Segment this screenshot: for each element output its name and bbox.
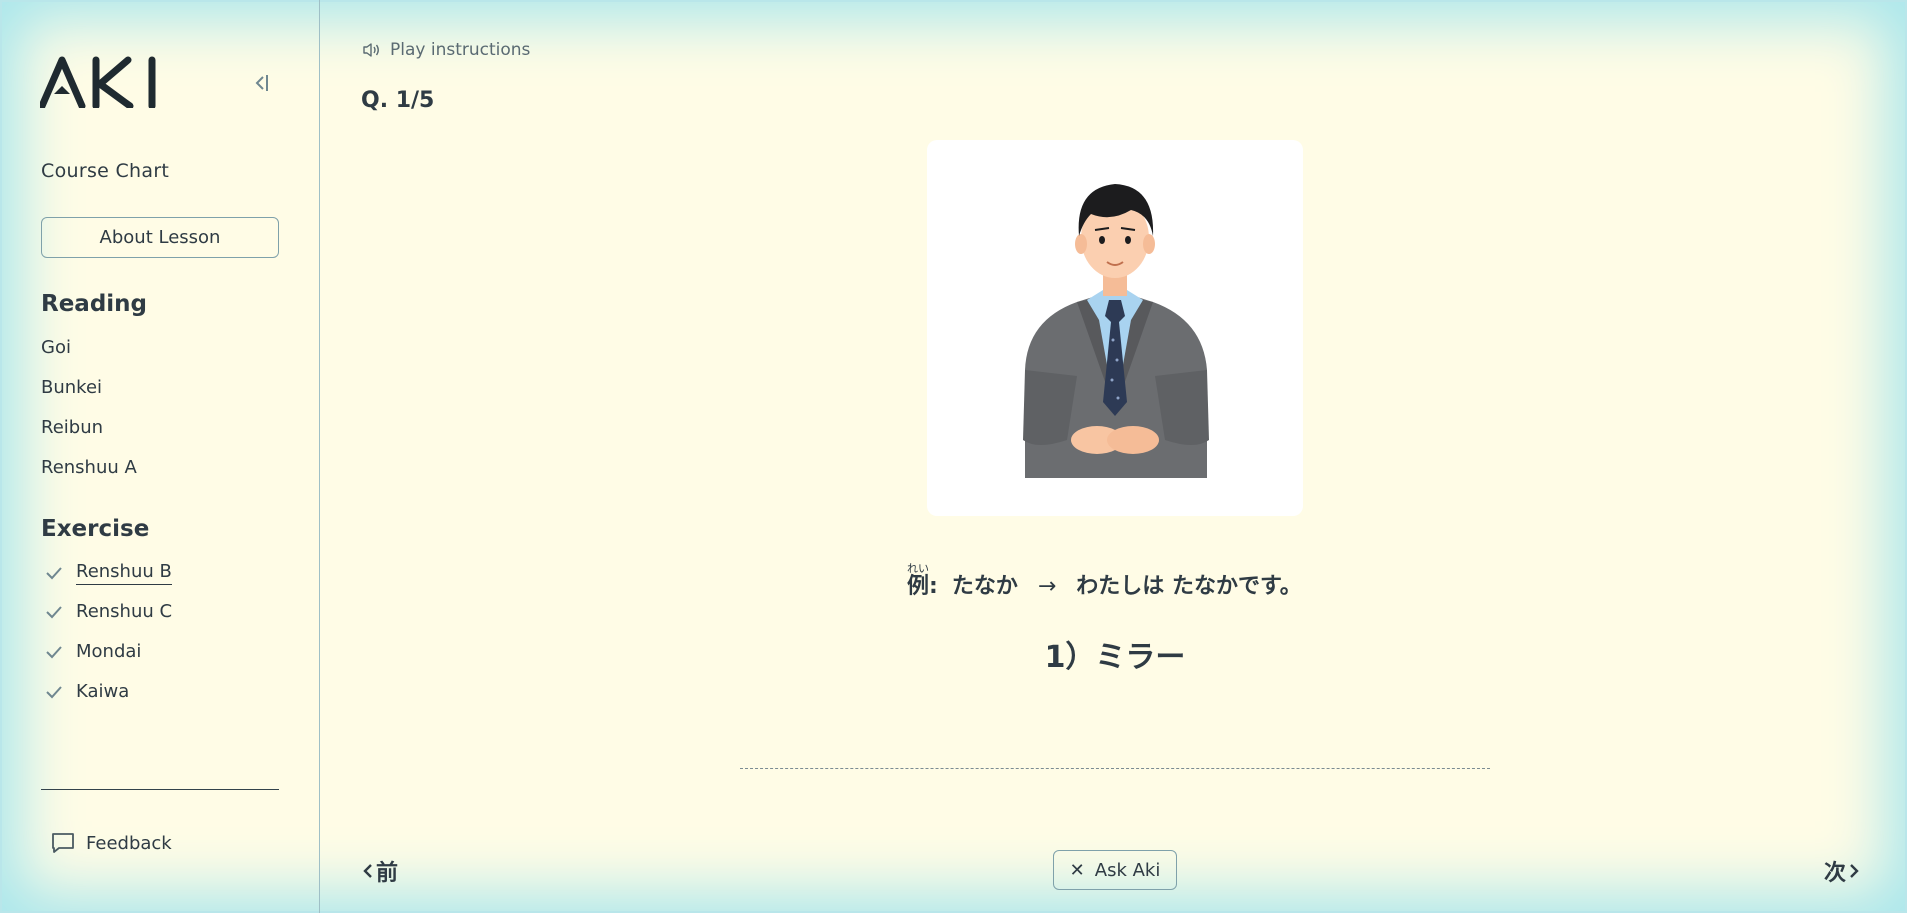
chevron-left-icon: [363, 864, 372, 878]
sidebar-divider: [41, 789, 279, 790]
reading-heading: Reading: [41, 291, 148, 317]
businessman-illustration: [1023, 184, 1209, 478]
check-icon: [46, 605, 62, 618]
arrow-icon: →: [1037, 574, 1057, 599]
example-colon: :: [929, 574, 938, 599]
course-chart-link[interactable]: Course Chart: [41, 160, 169, 182]
next-button[interactable]: 次: [1824, 855, 1862, 887]
answer-area[interactable]: [740, 768, 1490, 769]
collapse-sidebar-icon[interactable]: [252, 72, 270, 94]
aki-logo: [40, 56, 156, 108]
nav-item-mondai[interactable]: Mondai: [44, 641, 141, 662]
play-instructions-button[interactable]: Play instructions: [362, 40, 530, 60]
nav-item-renshuu-b[interactable]: Renshuu B: [44, 561, 172, 585]
ask-aki-button[interactable]: ✕ Ask Aki: [1053, 850, 1177, 890]
exercise-heading: Exercise: [41, 516, 150, 542]
example-answer: わたしは たなかです。: [1076, 574, 1302, 599]
previous-button[interactable]: 前: [360, 855, 398, 887]
check-icon: [46, 567, 62, 580]
check-icon: [46, 685, 62, 698]
illustration-card: [927, 140, 1303, 516]
question-prompt: 1）ミラー: [1044, 640, 1186, 675]
nav-item-renshuu-a[interactable]: Renshuu A: [41, 457, 137, 478]
previous-label: 前: [376, 861, 399, 886]
nav-item-renshuu-c[interactable]: Renshuu C: [44, 601, 172, 622]
feedback-button[interactable]: Feedback: [50, 831, 172, 855]
nav-item-reibun[interactable]: Reibun: [41, 417, 103, 438]
sidebar: Course Chart About Lesson Reading Goi Bu…: [0, 0, 320, 913]
ask-aki-label: Ask Aki: [1094, 859, 1161, 881]
next-label: 次: [1824, 861, 1847, 886]
question-counter: Q. 1/5: [361, 88, 435, 113]
chat-bubble-icon: [52, 833, 74, 853]
about-lesson-button[interactable]: About Lesson: [41, 217, 279, 258]
example-prompt: たなか: [951, 574, 1018, 599]
nav-item-goi[interactable]: Goi: [41, 337, 71, 358]
nav-item-label: Renshuu C: [76, 601, 173, 622]
nav-item-label: Kaiwa: [76, 681, 130, 702]
nav-item-kaiwa[interactable]: Kaiwa: [44, 681, 129, 702]
example-kanji: 例れい: [907, 562, 930, 599]
chevron-right-icon: [1850, 864, 1859, 878]
check-icon: [46, 645, 62, 658]
feedback-label: Feedback: [86, 832, 172, 854]
close-icon: ✕: [1069, 859, 1085, 881]
nav-item-label: Mondai: [76, 641, 142, 662]
nav-item-bunkei[interactable]: Bunkei: [41, 377, 102, 398]
play-instructions-label: Play instructions: [390, 40, 531, 60]
nav-item-label: Renshuu B: [76, 561, 172, 585]
example-sentence: 例れい : たなか → わたしは たなかです。: [907, 562, 1327, 600]
speaker-icon: [363, 43, 379, 57]
